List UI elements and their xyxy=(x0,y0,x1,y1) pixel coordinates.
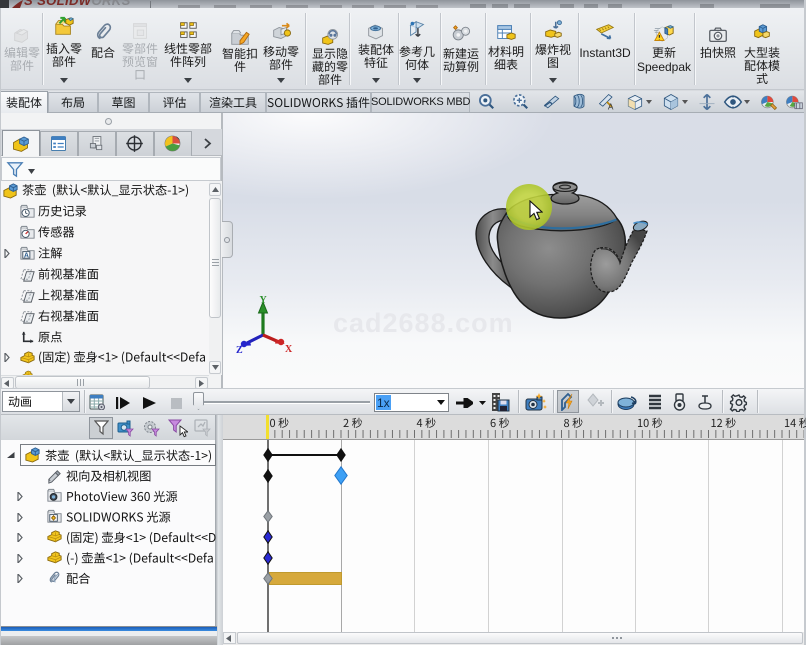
svg-text:A: A xyxy=(608,102,614,112)
svg-text:A: A xyxy=(24,251,29,259)
svg-text:Y: Y xyxy=(260,295,268,306)
svg-text:X: X xyxy=(285,344,293,354)
svg-text:Z: Z xyxy=(236,345,243,354)
